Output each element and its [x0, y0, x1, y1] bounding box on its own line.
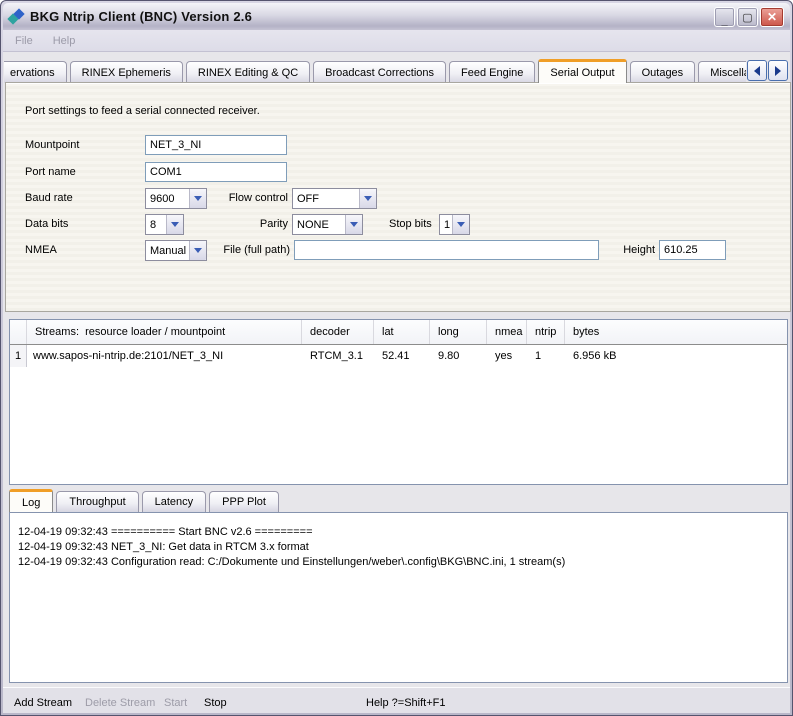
- panel-description: Port settings to feed a serial connected…: [25, 105, 260, 119]
- window-title: BKG Ntrip Client (BNC) Version 2.6: [30, 9, 252, 24]
- col-decoder: decoder: [302, 320, 374, 344]
- tab-log[interactable]: Log: [9, 489, 53, 512]
- minimize-icon: _: [721, 15, 727, 27]
- row-number: 1: [10, 345, 27, 367]
- menu-help[interactable]: Help: [43, 35, 86, 47]
- col-ntrip: ntrip: [527, 320, 565, 344]
- log-tab-bar: Log Throughput Latency PPP Plot: [9, 489, 282, 512]
- log-output[interactable]: 12-04-19 09:32:43 ========== Start BNC v…: [9, 512, 788, 683]
- mountpoint-input[interactable]: NET_3_NI: [145, 135, 287, 155]
- bnc-app-icon: [9, 9, 25, 25]
- chevron-down-icon: [189, 241, 206, 260]
- nmea-label: NMEA: [25, 244, 57, 258]
- table-row[interactable]: 1 www.sapos-ni-ntrip.de:2101/NET_3_NI RT…: [10, 345, 787, 367]
- add-stream-button[interactable]: Add Stream: [14, 697, 72, 709]
- chevron-down-icon: [452, 215, 469, 234]
- cell-bytes: 6.956 kB: [565, 350, 787, 362]
- height-input[interactable]: 610.25: [659, 240, 726, 260]
- start-button[interactable]: Start: [164, 697, 187, 709]
- col-lat: lat: [374, 320, 430, 344]
- main-area: ervations RINEX Ephemeris RINEX Editing …: [3, 52, 790, 713]
- close-icon: ✕: [767, 10, 777, 24]
- log-line: 12-04-19 09:32:43 Configuration read: C:…: [18, 555, 787, 570]
- tab-ppp-plot[interactable]: PPP Plot: [209, 491, 279, 512]
- tab-throughput[interactable]: Throughput: [56, 491, 138, 512]
- cell-decoder: RTCM_3.1: [302, 350, 374, 362]
- maximize-button[interactable]: ▢: [737, 7, 758, 27]
- col-long: long: [430, 320, 487, 344]
- tab-miscellaneous[interactable]: Miscellaneous: [698, 61, 746, 83]
- tab-serial-output[interactable]: Serial Output: [538, 59, 626, 83]
- port-name-input[interactable]: COM1: [145, 162, 287, 182]
- streams-table: Streams: resource loader / mountpoint de…: [9, 319, 788, 485]
- menu-bar: File Help: [3, 30, 790, 52]
- stop-bits-label: Stop bits: [389, 218, 432, 232]
- col-nmea: nmea: [487, 320, 527, 344]
- nmea-select[interactable]: Manual: [145, 240, 207, 261]
- title-bar[interactable]: BKG Ntrip Client (BNC) Version 2.6 _ ▢ ✕: [3, 3, 790, 30]
- mountpoint-label: Mountpoint: [25, 139, 79, 153]
- parity-label: Parity: [166, 218, 288, 232]
- tab-latency[interactable]: Latency: [142, 491, 207, 512]
- close-button[interactable]: ✕: [760, 7, 784, 27]
- stop-bits-select[interactable]: 1: [439, 214, 470, 235]
- chevron-down-icon: [359, 189, 376, 208]
- cell-nmea: yes: [487, 350, 527, 362]
- tab-rinex-editing-qc[interactable]: RINEX Editing & QC: [186, 61, 310, 83]
- serial-output-panel: Port settings to feed a serial connected…: [5, 82, 791, 312]
- file-path-input[interactable]: [294, 240, 599, 260]
- flow-control-select[interactable]: OFF: [292, 188, 377, 209]
- cell-ntrip: 1: [527, 350, 565, 362]
- menu-file[interactable]: File: [3, 35, 43, 47]
- col-bytes: bytes: [565, 320, 787, 344]
- tab-broadcast-corrections[interactable]: Broadcast Corrections: [313, 61, 446, 83]
- tab-feed-engine[interactable]: Feed Engine: [449, 61, 535, 83]
- cell-lat: 52.41: [374, 350, 430, 362]
- height-label: Height: [611, 244, 655, 258]
- stop-button[interactable]: Stop: [204, 697, 227, 709]
- cell-long: 9.80: [430, 350, 487, 362]
- file-path-label: File (full path): [206, 244, 290, 258]
- log-line: 12-04-19 09:32:43 ========== Start BNC v…: [18, 525, 787, 540]
- bnc-window: BKG Ntrip Client (BNC) Version 2.6 _ ▢ ✕…: [0, 0, 793, 716]
- tab-scroll-right-button[interactable]: [768, 60, 788, 81]
- chevron-down-icon: [345, 215, 362, 234]
- tab-scroll-left-button[interactable]: [747, 60, 767, 81]
- maximize-icon: ▢: [742, 11, 752, 24]
- arrow-right-icon: [775, 66, 781, 76]
- tab-outages[interactable]: Outages: [630, 61, 696, 83]
- port-name-label: Port name: [25, 166, 76, 180]
- tab-observations[interactable]: ervations: [4, 61, 67, 83]
- arrow-left-icon: [754, 66, 760, 76]
- flow-control-label: Flow control: [166, 192, 288, 206]
- minimize-button[interactable]: _: [714, 7, 735, 27]
- log-line: 12-04-19 09:32:43 NET_3_NI: Get data in …: [18, 540, 787, 555]
- help-button[interactable]: Help ?=Shift+F1: [366, 697, 446, 709]
- cell-mountpoint: www.sapos-ni-ntrip.de:2101/NET_3_NI: [27, 350, 302, 362]
- top-tab-bar: ervations RINEX Ephemeris RINEX Editing …: [4, 59, 746, 83]
- bottom-button-bar: Add Stream Delete Stream Start Stop Help…: [3, 687, 790, 713]
- delete-stream-button[interactable]: Delete Stream: [85, 697, 155, 709]
- baud-rate-label: Baud rate: [25, 192, 73, 206]
- col-streams-mountpoint: Streams: resource loader / mountpoint: [27, 320, 302, 344]
- streams-table-header: Streams: resource loader / mountpoint de…: [10, 320, 787, 345]
- data-bits-label: Data bits: [25, 218, 68, 232]
- tab-rinex-ephemeris[interactable]: RINEX Ephemeris: [70, 61, 183, 83]
- parity-select[interactable]: NONE: [292, 214, 363, 235]
